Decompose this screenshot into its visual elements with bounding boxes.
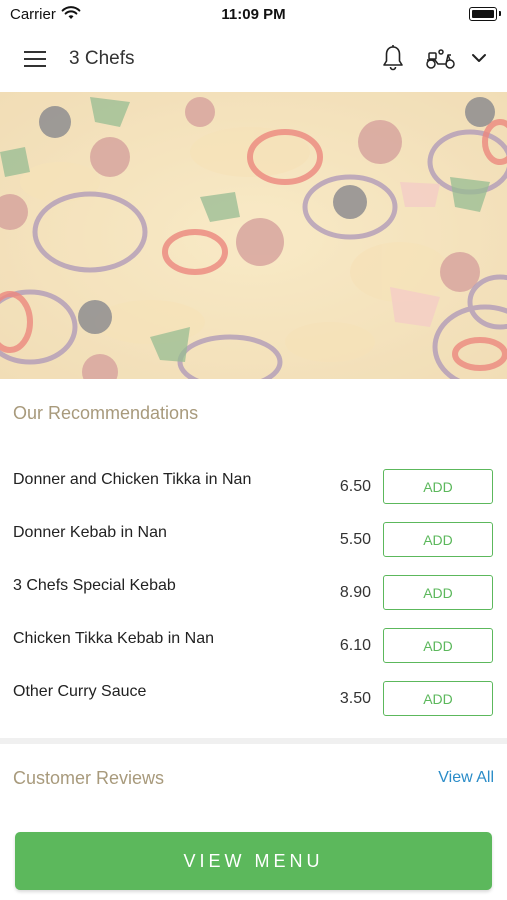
restaurant-title: 3 Chefs — [69, 48, 135, 69]
item-name: Other Curry Sauce — [13, 683, 147, 700]
item-name: Donner Kebab in Nan — [13, 524, 167, 541]
item-name: Chicken Tikka Kebab in Nan — [13, 630, 214, 647]
add-button[interactable]: ADD — [383, 628, 493, 663]
recommendation-row: Other Curry Sauce 3.50 ADD — [0, 681, 507, 736]
battery-icon — [469, 7, 497, 21]
item-price: 5.50 — [339, 531, 371, 548]
add-button[interactable]: ADD — [383, 575, 493, 610]
section-divider — [0, 738, 507, 744]
recommendation-row: Donner Kebab in Nan 5.50 ADD — [0, 522, 507, 577]
reviews-title: Customer Reviews — [13, 768, 165, 788]
status-bar: Carrier 11:09 PM — [0, 0, 507, 30]
recommendation-row: Donner and Chicken Tikka in Nan 6.50 ADD — [0, 469, 507, 524]
item-price: 6.10 — [339, 637, 371, 654]
item-price: 6.50 — [339, 478, 371, 495]
add-button[interactable]: ADD — [383, 469, 493, 504]
add-button[interactable]: ADD — [383, 681, 493, 716]
menu-icon[interactable] — [24, 51, 46, 68]
view-menu-button[interactable]: VIEW MENU — [15, 832, 492, 890]
chevron-down-icon[interactable] — [471, 51, 487, 69]
scooter-icon[interactable] — [425, 47, 457, 76]
item-price: 8.90 — [339, 584, 371, 601]
nav-bar: 3 Chefs — [0, 30, 507, 92]
bell-icon[interactable] — [381, 44, 405, 77]
hero-pizza-image — [0, 92, 507, 379]
battery-tip — [499, 11, 501, 16]
recommendation-row: Chicken Tikka Kebab in Nan 6.10 ADD — [0, 628, 507, 683]
add-button[interactable]: ADD — [383, 522, 493, 557]
recommendations-title: Our Recommendations — [13, 403, 199, 423]
item-price: 3.50 — [339, 690, 371, 707]
item-name: 3 Chefs Special Kebab — [13, 577, 176, 594]
recommendation-row: 3 Chefs Special Kebab 8.90 ADD — [0, 575, 507, 630]
item-name: Donner and Chicken Tikka in Nan — [13, 471, 252, 488]
view-all-link[interactable]: View All — [438, 769, 494, 787]
status-time: 11:09 PM — [221, 6, 286, 23]
